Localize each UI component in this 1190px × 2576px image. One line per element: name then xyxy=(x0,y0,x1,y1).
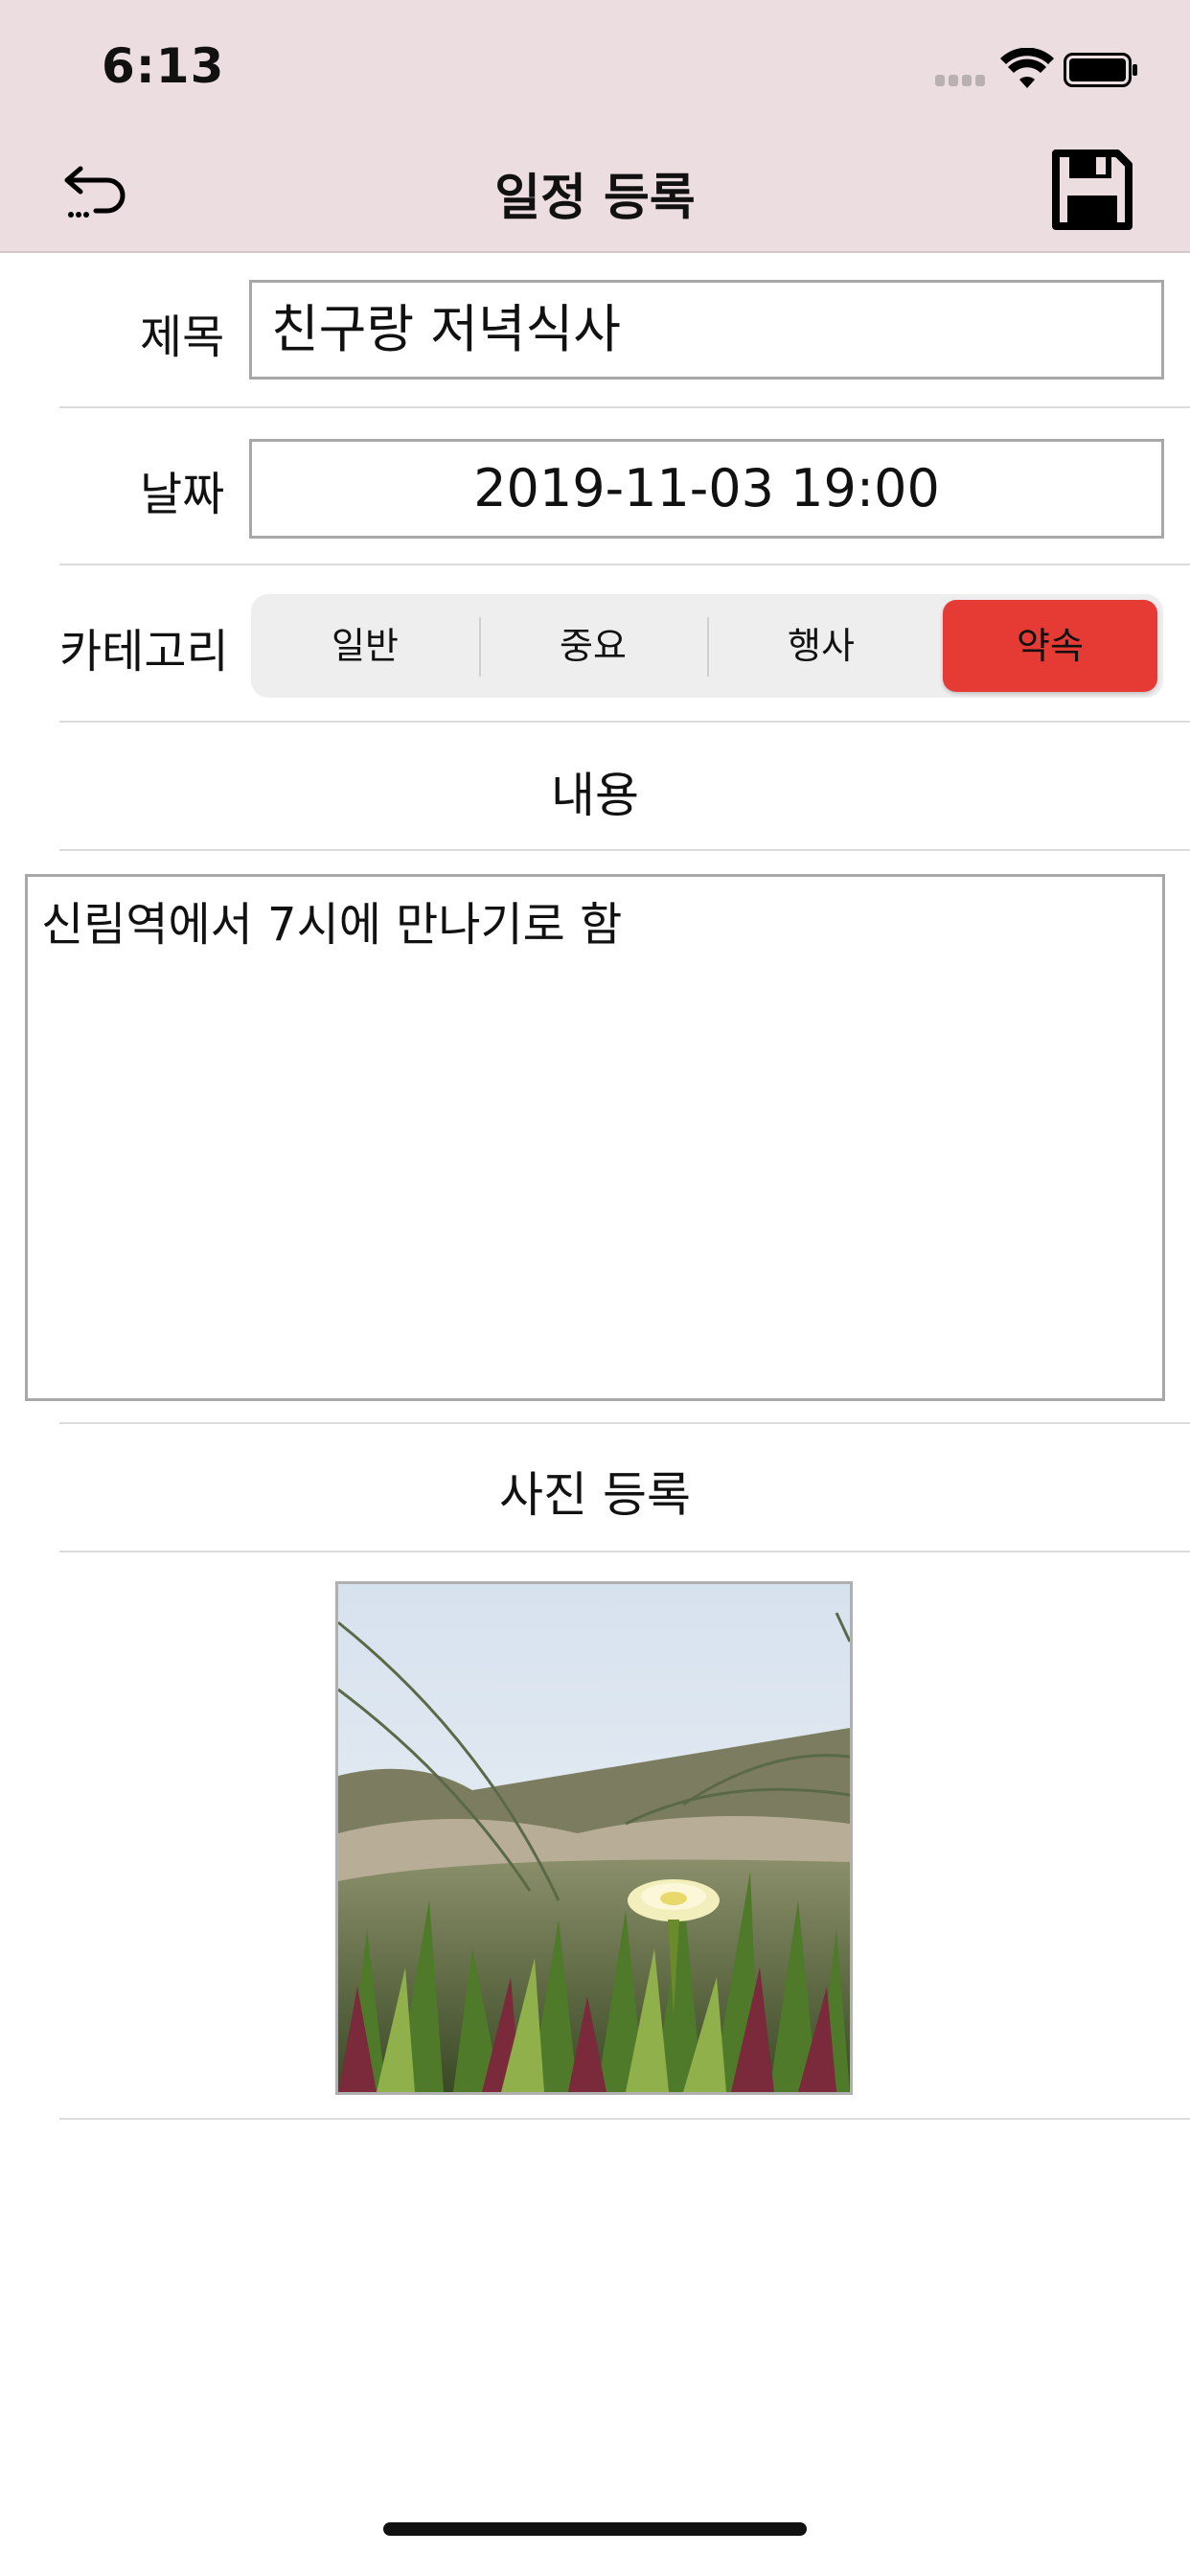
divider xyxy=(59,849,1190,851)
title-label: 제목 xyxy=(140,310,225,364)
status-bar: 6:13 xyxy=(0,0,1190,134)
category-segmented-control: 일반 중요 행사 약속 xyxy=(251,594,1163,698)
category-segment-appointment[interactable]: 약속 xyxy=(943,600,1157,692)
category-segment-event[interactable]: 행사 xyxy=(707,594,935,698)
category-label: 카테고리 xyxy=(59,625,229,678)
category-segment-general[interactable]: 일반 xyxy=(251,594,479,698)
battery-icon xyxy=(1064,53,1137,87)
category-segment-important[interactable]: 중요 xyxy=(479,594,707,698)
status-time: 6:13 xyxy=(102,38,225,94)
navigation-bar: 일정 등록 xyxy=(0,134,1190,253)
divider xyxy=(59,406,1190,408)
divider xyxy=(59,2118,1190,2120)
date-input[interactable]: 2019-11-03 19:00 xyxy=(249,439,1164,539)
wifi-icon xyxy=(1000,48,1054,88)
save-floppy-icon[interactable] xyxy=(1050,148,1134,232)
divider xyxy=(59,721,1190,723)
cellular-signal-icon xyxy=(935,75,993,88)
page-title: 일정 등록 xyxy=(494,170,696,227)
home-indicator xyxy=(383,2522,807,2536)
divider xyxy=(59,564,1190,565)
date-label: 날짜 xyxy=(140,468,225,521)
divider xyxy=(59,1551,1190,1552)
divider xyxy=(59,1422,1190,1424)
photo-flower-illustration xyxy=(338,1584,850,2092)
content-header: 내용 xyxy=(551,768,639,823)
photo-header: 사진 등록 xyxy=(499,1467,691,1523)
title-input[interactable]: 친구랑 저녁식사 xyxy=(249,280,1164,380)
photo-image[interactable] xyxy=(335,1581,853,2095)
content-textarea[interactable]: 신림역에서 7시에 만나기로 함 xyxy=(25,874,1165,1401)
